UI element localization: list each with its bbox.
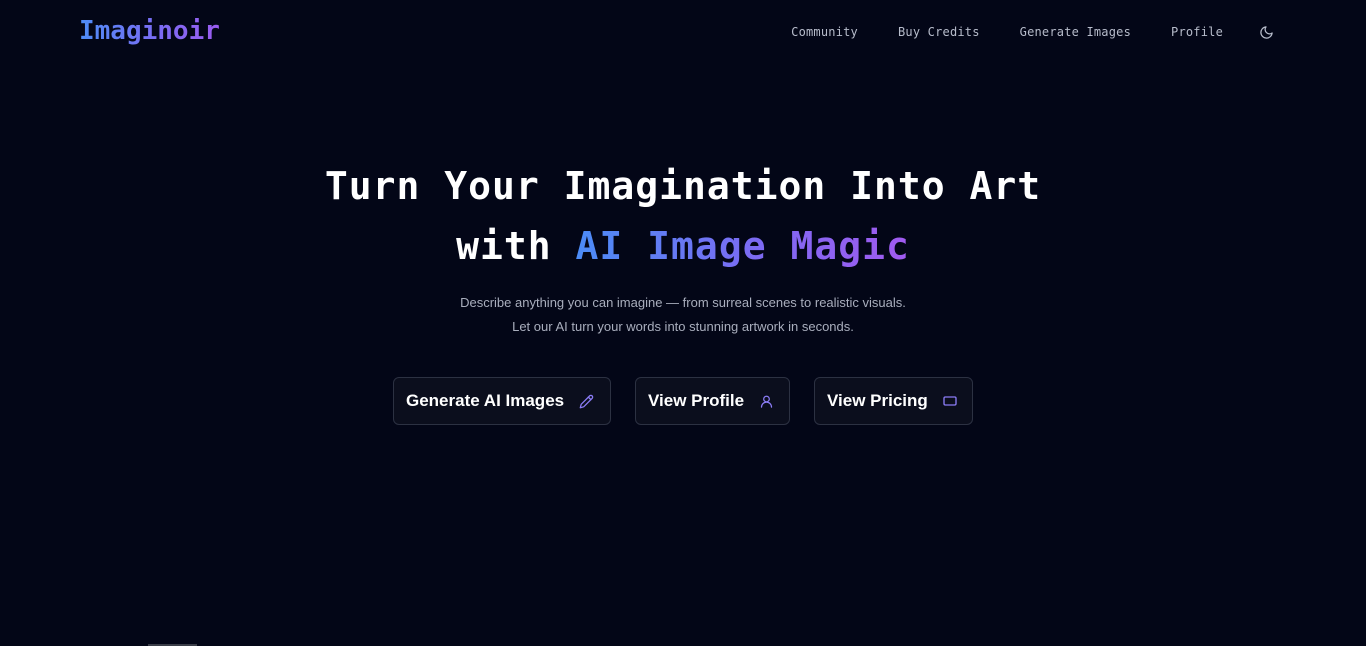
brand-logo[interactable]: Imaginoir [79, 14, 220, 48]
view-pricing-button[interactable]: View Pricing [814, 377, 973, 425]
hero-subtitle-line-2: Let our AI turn your words into stunning… [512, 319, 854, 334]
card-icon [942, 393, 958, 409]
generate-ai-images-button[interactable]: Generate AI Images [393, 377, 611, 425]
top-nav: Community Buy Credits Generate Images Pr… [791, 22, 1275, 42]
hero-subtitle: Describe anything you can imagine — from… [0, 291, 1366, 339]
view-pricing-label: View Pricing [827, 391, 928, 410]
nav-link-community[interactable]: Community [791, 25, 858, 39]
pencil-icon [578, 393, 594, 409]
hero-title-line-2: with AI Image Magic [0, 216, 1366, 276]
hero-title: Turn Your Imagination Into Art with AI I… [0, 156, 1366, 276]
hero-title-line-1: Turn Your Imagination Into Art [324, 164, 1042, 208]
view-profile-label: View Profile [648, 391, 745, 410]
view-profile-button[interactable]: View Profile [635, 377, 790, 425]
user-icon [758, 393, 774, 409]
nav-link-generate-images[interactable]: Generate Images [1020, 25, 1131, 39]
nav-link-profile[interactable]: Profile [1171, 25, 1223, 39]
nav-link-buy-credits[interactable]: Buy Credits [898, 25, 980, 39]
hero-subtitle-line-1: Describe anything you can imagine — from… [460, 295, 906, 310]
generate-ai-images-label: Generate AI Images [406, 391, 565, 410]
hero-title-highlight: AI Image Magic [575, 224, 910, 268]
moon-icon [1259, 25, 1273, 39]
page: Imaginoir Community Buy Credits Generate… [0, 0, 1366, 646]
hero-actions: Generate AI Images View Profile View Pri… [393, 377, 973, 425]
hero-title-prefix: with [456, 224, 552, 268]
theme-toggle-button[interactable] [1257, 23, 1275, 41]
